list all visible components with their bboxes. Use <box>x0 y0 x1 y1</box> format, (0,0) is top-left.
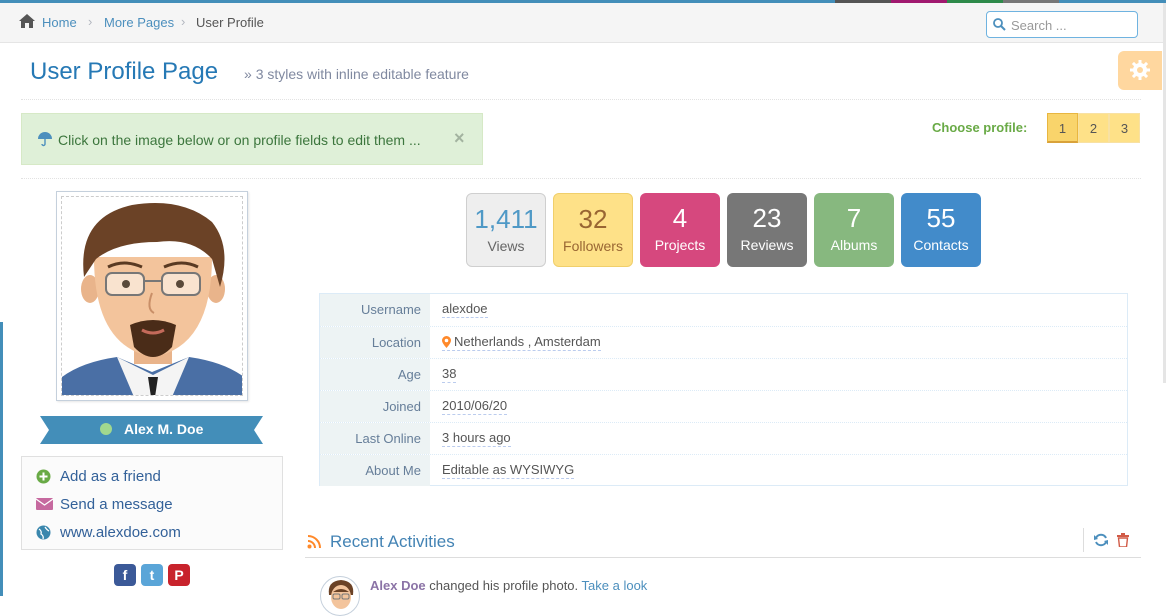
trash-icon[interactable] <box>1117 533 1129 547</box>
map-marker-icon <box>442 336 451 348</box>
rss-icon <box>307 535 321 549</box>
info-row-last-online: Last Online 3 hours ago <box>320 422 1127 454</box>
info-row-username: Username alexdoe <box>320 294 1127 326</box>
choose-profile-label: Choose profile: <box>932 120 1028 135</box>
online-status-dot <box>100 423 112 435</box>
stat-projects-label: Projects <box>654 237 706 253</box>
chevron-right-icon: › <box>181 14 186 29</box>
stat-followers: 32 Followers <box>553 193 633 267</box>
stat-reviews: 23 Reviews <box>727 193 807 267</box>
stat-followers-label: Followers <box>563 238 623 254</box>
gear-icon <box>1130 60 1150 80</box>
age-value[interactable]: 38 <box>442 366 457 383</box>
info-row-about-me: About Me Editable as WYSIWYG <box>320 454 1127 486</box>
user-name-ribbon: Alex M. Doe <box>40 416 263 444</box>
profile-links: Add as a friend Send a message www.alexd… <box>21 456 283 550</box>
profile-option-1[interactable]: 1 <box>1047 113 1078 143</box>
website-label: www.alexdoe.com <box>60 524 181 541</box>
double-chevron-icon: » <box>244 66 256 82</box>
stat-albums: 7 Albums <box>814 193 894 267</box>
pinterest-glyph: P <box>174 567 184 583</box>
stat-views: 1,411 Views <box>466 193 546 267</box>
settings-button[interactable] <box>1118 51 1162 90</box>
send-message-label: Send a message <box>60 496 173 513</box>
globe-icon <box>36 525 51 540</box>
stat-views-label: Views <box>487 238 525 254</box>
profile-picture[interactable] <box>56 191 248 401</box>
info-alert: Click on the image below or on profile f… <box>21 113 483 165</box>
divider <box>21 178 1141 179</box>
left-accent-bar <box>0 322 3 596</box>
twitter-icon[interactable]: t <box>141 564 163 586</box>
envelope-icon <box>36 498 53 510</box>
stat-contacts-label: Contacts <box>913 237 969 253</box>
stat-contacts: 55 Contacts <box>901 193 981 267</box>
info-label: Location <box>320 327 430 358</box>
twitter-glyph: t <box>149 567 155 583</box>
user-name[interactable]: Alex M. Doe <box>124 421 203 437</box>
activity-text: Alex Doe changed his profile photo. Take… <box>370 578 647 593</box>
info-row-joined: Joined 2010/06/20 <box>320 390 1127 422</box>
stat-albums-value: 7 <box>846 203 862 233</box>
page-subtitle: » 3 styles with inline editable feature <box>244 66 469 82</box>
search-input[interactable] <box>1011 16 1131 34</box>
divider <box>1083 528 1084 552</box>
stat-reviews-value: 23 <box>752 203 782 233</box>
profile-option-2[interactable]: 2 <box>1078 113 1109 143</box>
add-friend-label: Add as a friend <box>60 468 161 485</box>
username-value[interactable]: alexdoe <box>442 301 488 318</box>
breadcrumb: Home › More Pages › User Profile <box>0 3 1163 43</box>
activity-avatar <box>320 576 360 616</box>
info-label: About Me <box>320 455 430 486</box>
refresh-icon[interactable] <box>1094 533 1108 547</box>
info-label: Last Online <box>320 423 430 454</box>
avatar <box>328 580 354 609</box>
facebook-icon[interactable]: f <box>114 564 136 586</box>
stat-reviews-label: Reviews <box>740 237 794 253</box>
info-row-age: Age 38 <box>320 358 1127 390</box>
activity-action: changed his profile photo. <box>429 578 579 593</box>
alert-text: Click on the image below or on profile f… <box>58 132 421 148</box>
search-icon <box>993 18 1006 31</box>
chevron-right-icon: › <box>88 14 93 29</box>
home-icon[interactable] <box>18 13 36 29</box>
stat-contacts-value: 55 <box>926 203 956 233</box>
activity-item: Alex Doe changed his profile photo. Take… <box>320 576 1120 616</box>
take-a-look-link[interactable]: Take a look <box>582 578 648 593</box>
about-me-value[interactable]: Editable as WYSIWYG <box>442 462 575 479</box>
facebook-glyph: f <box>122 567 128 583</box>
recent-activities-title: Recent Activities <box>330 532 455 551</box>
subtitle-text: 3 styles with inline editable feature <box>255 66 469 82</box>
info-label: Joined <box>320 391 430 422</box>
breadcrumb-user-profile: User Profile <box>196 15 264 30</box>
activity-user[interactable]: Alex Doe <box>370 578 426 593</box>
stat-albums-label: Albums <box>830 237 878 253</box>
info-label: Age <box>320 359 430 390</box>
joined-value[interactable]: 2010/06/20 <box>442 398 508 415</box>
avatar <box>62 203 242 395</box>
stat-projects-value: 4 <box>672 203 688 233</box>
info-row-location: Location Netherlands , Amsterdam <box>320 326 1127 358</box>
plus-circle-icon <box>36 469 51 484</box>
page-title: User Profile Page <box>30 58 219 85</box>
umbrella-icon <box>38 132 52 147</box>
recent-activities-header: Recent Activities <box>305 528 1141 558</box>
search-box <box>986 11 1138 38</box>
location-value: Netherlands , Amsterdam <box>454 334 601 349</box>
stat-views-value: 1,411 <box>474 204 538 234</box>
breadcrumb-home[interactable]: Home <box>42 15 77 30</box>
last-online-value[interactable]: 3 hours ago <box>442 430 511 447</box>
page-header: User Profile Page » 3 styles with inline… <box>21 44 1141 100</box>
profile-info-table: Username alexdoe Location Netherlands , … <box>319 293 1128 486</box>
close-icon[interactable]: × <box>454 128 465 149</box>
pinterest-icon[interactable]: P <box>168 564 190 586</box>
stat-projects: 4 Projects <box>640 193 720 267</box>
breadcrumb-more-pages[interactable]: More Pages <box>104 15 174 30</box>
stat-followers-value: 32 <box>578 204 608 234</box>
profile-option-3[interactable]: 3 <box>1109 113 1140 143</box>
location-field[interactable]: Netherlands , Amsterdam <box>442 334 601 351</box>
info-label: Username <box>320 294 430 326</box>
